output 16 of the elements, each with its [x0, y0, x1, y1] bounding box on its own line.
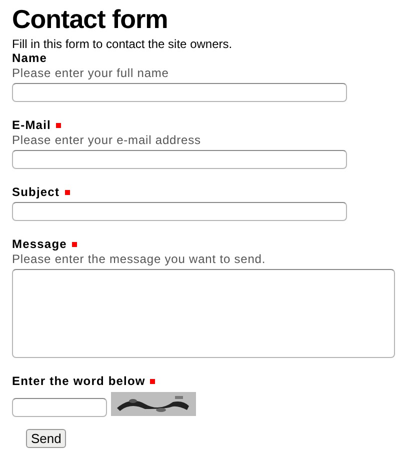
field-label: E-Mail — [12, 118, 51, 132]
field-hint: Please enter your e-mail address — [12, 133, 202, 147]
field-label: Message — [12, 237, 67, 251]
input-field[interactable] — [12, 83, 347, 102]
captcha-field[interactable] — [12, 398, 107, 417]
input-field[interactable] — [12, 202, 347, 221]
input-field[interactable] — [12, 150, 347, 169]
field-hint: Please enter your full name — [12, 66, 170, 80]
form-description: Fill in this form to contact the site owners. — [12, 38, 234, 51]
field-label: Name — [12, 51, 48, 65]
message-field[interactable] — [12, 269, 395, 358]
send-button[interactable]: Send — [26, 429, 66, 448]
form-title: Contact form — [12, 4, 169, 34]
field-label: Subject — [12, 185, 60, 199]
field-hint: Please enter the message you want to send. — [12, 252, 267, 266]
field-label: Enter the word below — [12, 374, 146, 388]
